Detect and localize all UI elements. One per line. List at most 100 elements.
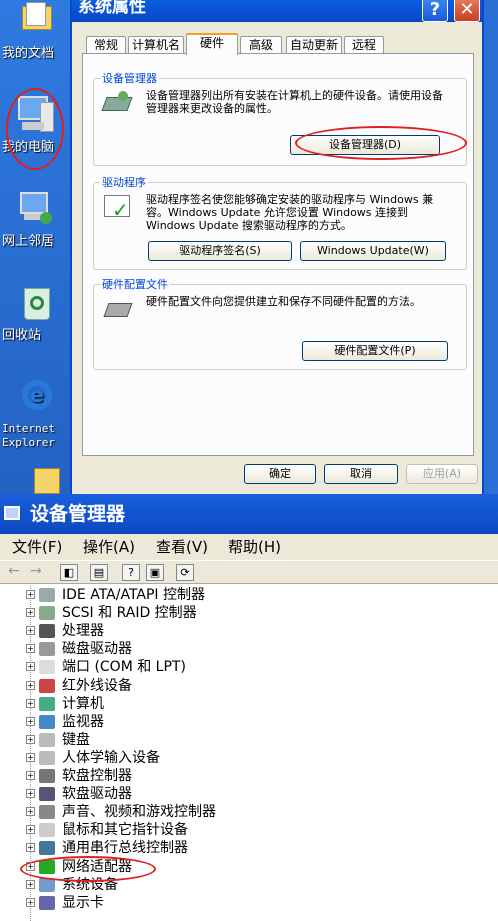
mouse-icon: [39, 823, 55, 838]
tab-computer-name[interactable]: 计算机名: [128, 36, 184, 54]
expand-icon[interactable]: +: [26, 879, 35, 889]
desktop-icon-label: 回收站: [2, 328, 42, 343]
cancel-button[interactable]: 取消: [324, 464, 398, 484]
hardware-profiles-button[interactable]: 硬件配置文件(P): [302, 341, 448, 361]
dialog-titlebar[interactable]: 系统属性 ? ✕: [72, 0, 482, 22]
expand-icon[interactable]: +: [26, 752, 35, 762]
tab-remote[interactable]: 远程: [344, 36, 384, 54]
tree-item-label: 鼠标和其它指针设备: [62, 822, 188, 839]
tree-item-label: 红外线设备: [62, 677, 132, 694]
expand-icon[interactable]: +: [26, 716, 35, 726]
desktop-icon-my-documents[interactable]: 我的文档: [0, 2, 72, 62]
scsi-controller-icon: [39, 606, 55, 621]
scan-hardware-icon[interactable]: ⟳: [176, 564, 194, 581]
infrared-icon: [39, 678, 55, 693]
desktop-icon-label-line2: Explorer: [2, 436, 55, 449]
expand-icon[interactable]: +: [26, 843, 35, 853]
toolbar: ← → ◧ ▤ ? ▣ ⟳: [0, 560, 498, 584]
desktop-icon-internet-explorer[interactable]: e Internet Explorer: [0, 378, 72, 450]
network-neighborhood-icon: [16, 190, 56, 230]
desktop-icon-label: Internet: [2, 422, 55, 435]
device-manager-title: 设备管理器: [30, 503, 126, 525]
tree-item-label: 软盘驱动器: [62, 786, 132, 803]
disk-drive-icon: [39, 642, 55, 657]
tree-item-label: 计算机: [62, 695, 104, 712]
driver-signing-button[interactable]: 驱动程序签名(S): [148, 241, 292, 261]
tree-item-label: 声音、视频和游戏控制器: [62, 804, 216, 821]
top-screenshot: 我的文档 我的电脑 网上邻居 回收站 e Internet Explorer 系…: [0, 0, 498, 494]
windows-update-button[interactable]: Windows Update(W): [300, 241, 446, 261]
tree-item-label: SCSI 和 RAID 控制器: [62, 605, 197, 622]
print-icon[interactable]: ▤: [90, 564, 108, 581]
processor-icon: [39, 624, 55, 639]
driver-signing-icon: ✓: [102, 193, 136, 221]
hardware-tab-panel: 设备管理器 设备管理器列出所有安装在计算机上的硬件设备。请使用设备管理器来更改设…: [82, 53, 474, 456]
menu-view[interactable]: 查看(V): [156, 534, 208, 560]
tree-item-label: 处理器: [62, 623, 104, 640]
tree-item-label: 磁盘驱动器: [62, 641, 132, 658]
device-manager-icon: [101, 89, 136, 117]
sound-icon: [39, 805, 55, 820]
group-description: 驱动程序签名使您能够确定安装的驱动程序与 Windows 兼容。Windows …: [146, 193, 434, 232]
device-manager-window: 设备管理器 文件(F) 操作(A) 查看(V) 帮助(H) ← → ◧ ▤ ? …: [0, 494, 498, 921]
system-properties-dialog: 系统属性 ? ✕ 常规 计算机名 硬件 高级 自动更新 远程 设备管理器 设备管…: [70, 0, 484, 494]
expand-icon[interactable]: +: [26, 771, 35, 780]
apply-button[interactable]: 应用(A): [406, 464, 478, 484]
port-icon: [39, 660, 55, 675]
tree-item-label: 人体学输入设备: [62, 749, 160, 766]
properties-icon[interactable]: ▣: [146, 564, 164, 581]
keyboard-icon: [39, 732, 55, 747]
floppy-controller-icon: [39, 769, 55, 783]
group-title: 硬件配置文件: [100, 276, 170, 292]
help-button[interactable]: ?: [422, 0, 448, 22]
floppy-drive-icon: [39, 787, 55, 802]
tab-advanced[interactable]: 高级: [240, 36, 282, 54]
tree-item-label: 端口 (COM 和 LPT): [62, 659, 186, 676]
tree-item-label: IDE ATA/ATAPI 控制器: [62, 587, 206, 603]
menu-action[interactable]: 操作(A): [83, 534, 135, 560]
back-icon[interactable]: ←: [8, 563, 20, 579]
tree-item-label: 显示卡: [62, 894, 104, 911]
tree-item-label: 键盘: [62, 731, 90, 748]
expand-icon[interactable]: +: [26, 608, 35, 618]
expand-icon[interactable]: +: [26, 590, 35, 599]
group-hardware-profiles: 硬件配置文件 硬件配置文件向您提供建立和保存不同硬件配置的方法。 硬件配置文件(…: [93, 276, 467, 370]
group-description: 设备管理器列出所有安装在计算机上的硬件设备。请使用设备管理器来更改设备的属性。: [146, 89, 443, 115]
expand-icon[interactable]: +: [26, 644, 35, 654]
menu-help[interactable]: 帮助(H): [228, 534, 281, 560]
help-icon[interactable]: ?: [122, 564, 140, 581]
expand-icon[interactable]: +: [26, 807, 35, 817]
group-description: 硬件配置文件向您提供建立和保存不同硬件配置的方法。: [146, 295, 421, 308]
show-hide-console-tree-icon[interactable]: ◧: [60, 564, 78, 581]
group-title: 驱动程序: [100, 174, 148, 190]
ide-controller-icon: [39, 588, 55, 602]
desktop-icon-label: 我的文档: [2, 46, 55, 61]
tab-hardware[interactable]: 硬件: [186, 33, 238, 55]
expand-icon[interactable]: +: [26, 626, 35, 636]
menu-bar: 文件(F) 操作(A) 查看(V) 帮助(H): [0, 534, 498, 560]
close-button[interactable]: ✕: [454, 0, 480, 22]
desktop: 我的文档 我的电脑 网上邻居 回收站 e Internet Explorer: [0, 0, 70, 494]
menu-file[interactable]: 文件(F): [12, 534, 62, 560]
highlight-oval-my-computer: [6, 88, 64, 170]
tab-general[interactable]: 常规: [86, 36, 126, 54]
expand-icon[interactable]: +: [26, 789, 35, 799]
expand-icon[interactable]: +: [26, 825, 35, 835]
expand-icon[interactable]: +: [26, 734, 35, 744]
expand-icon[interactable]: +: [26, 680, 35, 690]
usb-icon: [39, 841, 55, 856]
expand-icon[interactable]: +: [26, 662, 35, 672]
desktop-icon-recycle-bin[interactable]: 回收站: [0, 284, 72, 344]
expand-icon[interactable]: +: [26, 698, 35, 708]
forward-icon[interactable]: →: [30, 563, 42, 579]
monitor-icon: [39, 714, 55, 729]
tree-item-label: 软盘控制器: [62, 768, 132, 784]
desktop-right: [484, 0, 498, 494]
hid-icon: [39, 750, 55, 765]
tab-automatic-updates[interactable]: 自动更新: [286, 36, 342, 54]
expand-icon[interactable]: +: [26, 897, 35, 907]
desktop-icon-network[interactable]: 网上邻居: [0, 190, 72, 250]
ok-button[interactable]: 确定: [244, 464, 316, 484]
device-manager-titlebar[interactable]: 设备管理器: [0, 494, 498, 534]
recycle-bin-icon: [16, 284, 56, 324]
